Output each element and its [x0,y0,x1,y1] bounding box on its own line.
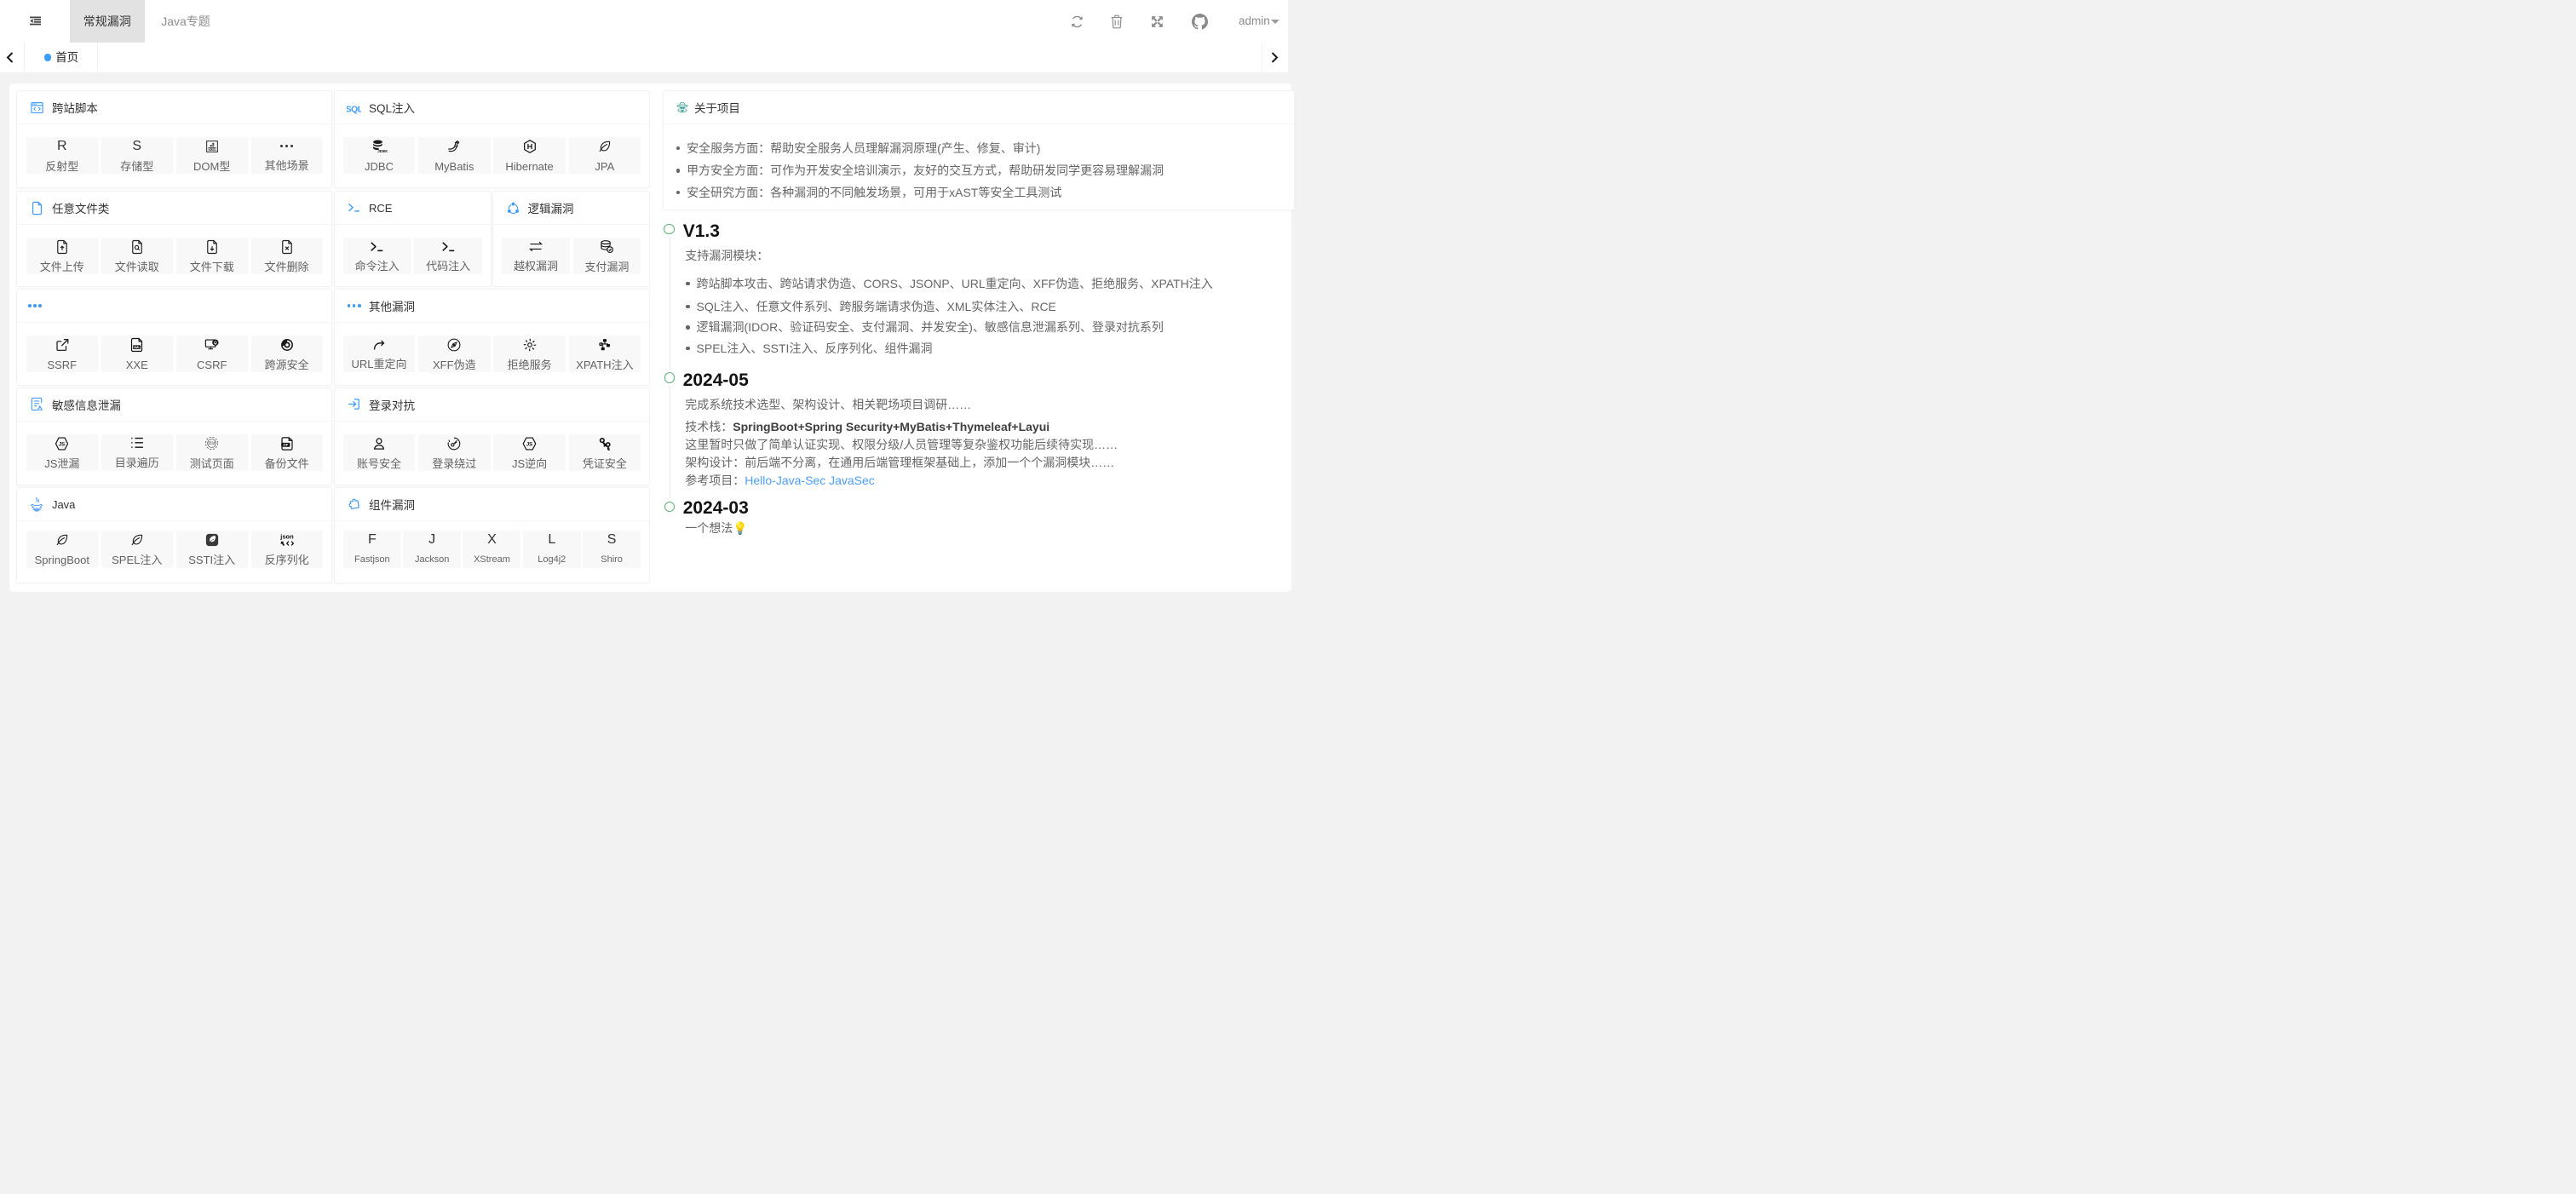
svg-text:JDBC: JDBC [377,149,388,154]
svg-text:XML: XML [133,345,141,349]
svg-text:测试: 测试 [208,440,216,446]
svg-text:ZIP: ZIP [283,442,288,446]
svg-text:json: json [279,532,294,540]
svg-text:DOM: DOM [208,146,216,151]
svg-text:JS: JS [59,442,65,447]
svg-text:JS: JS [526,442,532,447]
svg-text:SQL: SQL [347,104,361,114]
